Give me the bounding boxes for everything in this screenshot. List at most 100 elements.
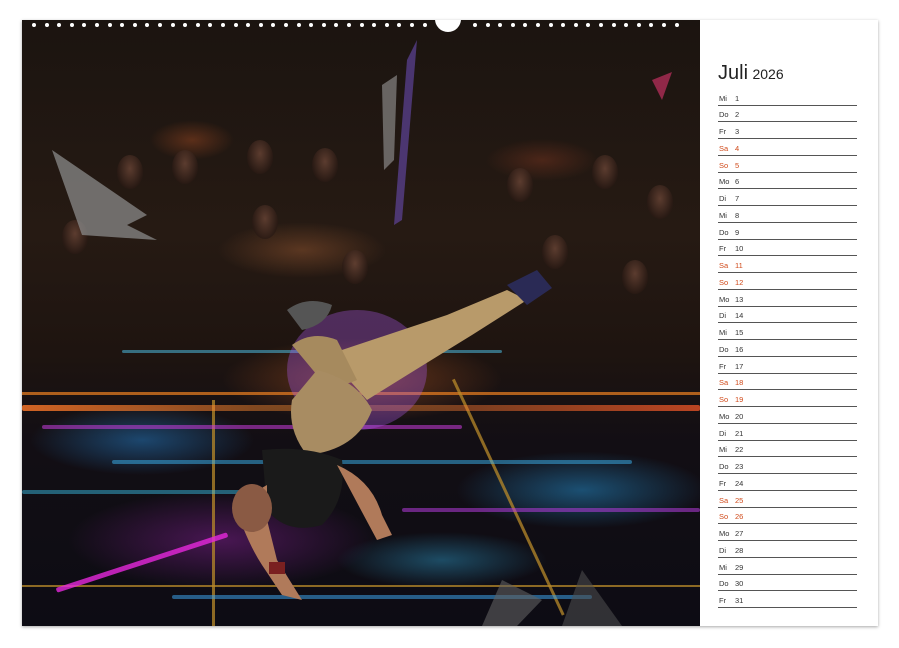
- day-number: 13: [735, 294, 744, 304]
- day-number: 7: [735, 194, 740, 204]
- day-row: Do 2: [718, 105, 857, 123]
- day-row: Mo 20: [718, 406, 857, 424]
- weekday-label: Mo: [719, 411, 730, 421]
- day-number: 24: [735, 478, 744, 488]
- weekday-label: Do: [719, 462, 729, 472]
- weekday-label: Mi: [719, 93, 727, 103]
- day-number: 6: [735, 177, 740, 187]
- weekday-label: So: [719, 512, 729, 522]
- day-row: Mi 8: [718, 205, 857, 223]
- year: 2026: [752, 66, 784, 82]
- day-row: Mo 6: [718, 172, 857, 190]
- day-row: So 19: [718, 390, 857, 408]
- day-row: Mi 15: [718, 323, 857, 341]
- day-number: 8: [735, 210, 740, 220]
- day-number: 17: [735, 361, 744, 371]
- weekday-label: Sa: [719, 143, 729, 153]
- weekday-label: Fr: [719, 244, 727, 254]
- weekday-label: Fr: [719, 361, 727, 371]
- weekday-label: So: [719, 277, 729, 287]
- day-row: So 12: [718, 272, 857, 290]
- day-row: Sa 25: [718, 490, 857, 508]
- day-number: 30: [735, 579, 744, 589]
- day-number: 16: [735, 344, 744, 354]
- day-row: Do 30: [718, 574, 857, 592]
- weekday-label: Fr: [719, 127, 727, 137]
- weekday-label: So: [719, 160, 729, 170]
- day-row: Mi 22: [718, 440, 857, 458]
- day-row: Sa 4: [718, 138, 857, 156]
- weekday-label: Di: [719, 194, 727, 204]
- day-row: Sa 11: [718, 256, 857, 274]
- breakdancer-photo: [22, 20, 700, 626]
- day-number: 25: [735, 495, 744, 505]
- weekday-label: Di: [719, 428, 727, 438]
- weekday-label: Do: [719, 579, 729, 589]
- day-number: 4: [735, 143, 740, 153]
- day-row: Do 23: [718, 457, 857, 475]
- weekday-label: Mi: [719, 328, 727, 338]
- calendar-page: Juli 2026 Mi 1 Do 2 Fr 3 Sa 4 So 5 Mo 6 Di 7 Mi 8 Do 9 Fr 1…: [22, 20, 878, 626]
- weekday-label: So: [719, 395, 729, 405]
- day-number: 20: [735, 411, 744, 421]
- day-row: Fr 17: [718, 356, 857, 374]
- day-row: Fr 3: [718, 122, 857, 140]
- day-row: Mo 27: [718, 524, 857, 542]
- day-number: 11: [735, 261, 743, 271]
- day-row: Fr 31: [718, 591, 857, 609]
- day-number: 31: [735, 596, 744, 606]
- day-row: Fr 10: [718, 239, 857, 257]
- day-number: 3: [735, 127, 740, 137]
- day-row: Mo 13: [718, 289, 857, 307]
- weekday-label: Do: [719, 344, 729, 354]
- day-number: 22: [735, 445, 744, 455]
- day-row: Mi 1: [718, 88, 857, 106]
- day-row: Di 28: [718, 540, 857, 558]
- weekday-label: Mo: [719, 177, 730, 187]
- day-number: 21: [735, 428, 744, 438]
- weekday-label: Mo: [719, 294, 730, 304]
- day-number: 27: [735, 529, 744, 539]
- day-number: 29: [735, 562, 744, 572]
- weekday-label: Do: [719, 227, 729, 237]
- day-number: 1: [735, 93, 740, 103]
- weekday-label: Di: [719, 311, 727, 321]
- weekday-label: Fr: [719, 478, 727, 488]
- day-row: Mi 29: [718, 557, 857, 575]
- day-number: 18: [735, 378, 744, 388]
- day-row: Do 9: [718, 222, 857, 240]
- day-number: 10: [735, 244, 744, 254]
- weekday-label: Sa: [719, 495, 729, 505]
- day-row: Di 14: [718, 306, 857, 324]
- weekday-label: Fr: [719, 596, 727, 606]
- weekday-label: Mi: [719, 445, 727, 455]
- day-row: Di 7: [718, 189, 857, 207]
- day-number: 14: [735, 311, 744, 321]
- weekday-label: Sa: [719, 261, 729, 271]
- weekday-label: Sa: [719, 378, 729, 388]
- day-number: 2: [735, 110, 740, 120]
- weekday-label: Mo: [719, 529, 730, 539]
- month-title: Juli 2026: [718, 62, 784, 85]
- month-name: Juli: [718, 62, 749, 84]
- day-number: 9: [735, 227, 740, 237]
- dancer-figure: [232, 270, 552, 600]
- day-number: 19: [735, 395, 744, 405]
- day-row: Do 16: [718, 339, 857, 357]
- day-number: 26: [735, 512, 744, 522]
- day-number: 23: [735, 462, 744, 472]
- day-number: 5: [735, 160, 740, 170]
- weekday-label: Di: [719, 545, 727, 555]
- calendar-panel: Juli 2026 Mi 1 Do 2 Fr 3 Sa 4 So 5 Mo 6 Di 7 Mi 8 Do 9 Fr 1…: [700, 20, 878, 626]
- day-number: 15: [735, 328, 744, 338]
- weekday-label: Do: [719, 110, 729, 120]
- day-row: So 26: [718, 507, 857, 525]
- day-row: Di 21: [718, 423, 857, 441]
- weekday-label: Mi: [719, 210, 727, 220]
- weekday-label: Mi: [719, 562, 727, 572]
- day-number: 12: [735, 277, 744, 287]
- day-row: So 5: [718, 155, 857, 173]
- day-row: Fr 24: [718, 473, 857, 491]
- day-number: 28: [735, 545, 744, 555]
- day-row: Sa 18: [718, 373, 857, 391]
